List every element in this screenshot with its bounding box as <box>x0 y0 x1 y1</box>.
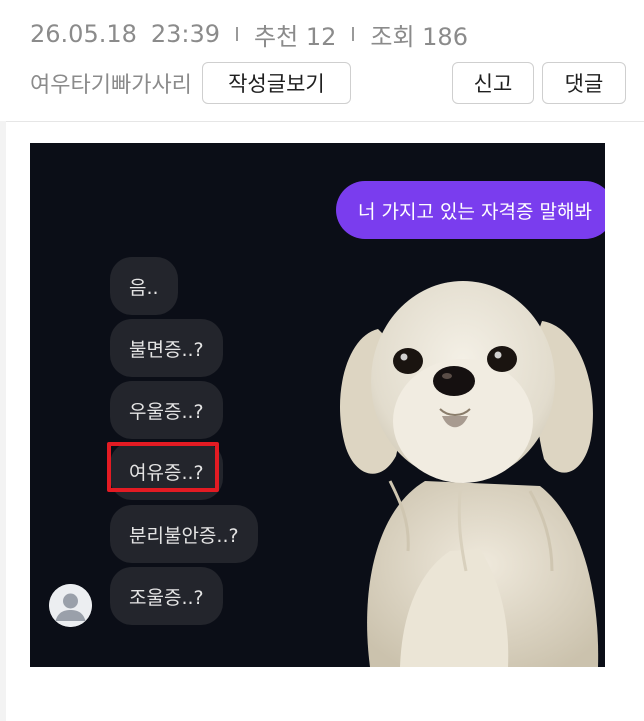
reply-bubble: 음.. <box>110 257 178 315</box>
post-page: 26.05.18 23:39 추천 12 조회 186 여우타기빠가사리 작성글… <box>0 0 644 721</box>
recommend-count: 추천 12 <box>254 22 337 51</box>
dog-illustration <box>339 281 599 667</box>
post-meta: 26.05.18 23:39 추천 12 조회 186 <box>30 16 468 52</box>
reply-bubble: 불면증..? <box>110 319 223 377</box>
view-count: 조회 186 <box>370 22 468 51</box>
outgoing-message-bubble: 너 가지고 있는 자격증 말해봐 <box>336 181 605 239</box>
post-image: 너 가지고 있는 자격증 말해봐 음.. 불면증..? 우울증..? 여유증..… <box>30 143 605 667</box>
comment-button[interactable]: 댓글 <box>542 62 626 104</box>
reply-bubble: 분리불안증..? <box>110 505 258 563</box>
content-left-rule <box>0 121 6 721</box>
meta-separator <box>352 27 355 41</box>
post-time: 23:39 <box>150 20 221 48</box>
author-row: 여우타기빠가사리 작성글보기 <box>30 62 351 104</box>
post-date: 26.05.18 <box>30 20 137 48</box>
author-name[interactable]: 여우타기빠가사리 <box>30 67 192 99</box>
reply-bubble: 조울증..? <box>110 567 223 625</box>
reply-bubble: 우울증..? <box>110 381 223 439</box>
header-divider <box>0 121 644 122</box>
view-posts-button[interactable]: 작성글보기 <box>201 62 351 104</box>
report-button[interactable]: 신고 <box>452 62 534 104</box>
user-avatar-icon <box>49 584 92 627</box>
meta-separator <box>236 27 239 41</box>
highlight-box <box>107 442 219 492</box>
